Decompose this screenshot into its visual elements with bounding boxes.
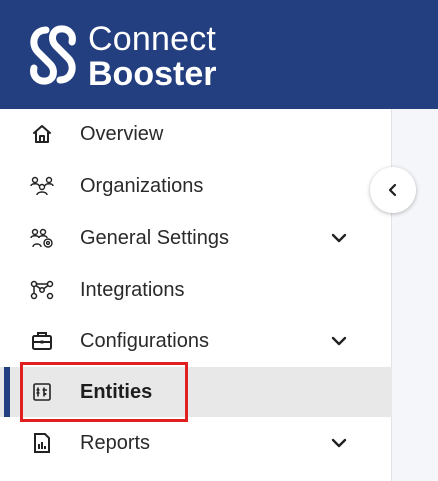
sidebar-item-label: Organizations [80,174,204,197]
sidebar-item-overview[interactable]: Overview [0,109,392,159]
sidebar-item-general-settings[interactable]: General Settings [0,213,392,263]
sidebar-item-configurations[interactable]: Configurations [0,316,392,366]
active-indicator [4,367,10,417]
connectbooster-logo[interactable] [20,22,84,88]
reports-icon [30,431,54,455]
organizations-icon [30,174,54,198]
sidebar-item-reports[interactable]: Reports [0,418,392,468]
sidebar-item-label: Reports [80,431,151,454]
sidebar-item-integrations[interactable]: Integrations [0,265,392,315]
chevron-down-icon[interactable] [328,227,350,249]
sidebar-item-label: Overview [80,122,164,145]
sidebar-item-label: Integrations [80,278,185,301]
chevron-down-icon[interactable] [328,432,350,454]
sidebar-item-entities[interactable]: Entities [0,367,392,417]
chevron-down-icon[interactable] [328,330,350,352]
home-icon [30,122,54,146]
sidebar-item-label: Entities [80,380,153,403]
brand-name: Connect Booster [88,22,216,91]
brand-name-booster: Booster [88,55,217,93]
sidebar-item-label: Configurations [80,329,209,352]
header-bar: Connect Booster [0,0,438,109]
entities-icon [30,380,54,404]
general-settings-icon [30,226,54,250]
brand-name-connect: Connect [88,20,217,58]
collapse-sidebar-button[interactable] [370,167,416,213]
main-content-area [392,109,438,481]
configurations-icon [30,329,54,353]
sidebar-item-organizations[interactable]: Organizations [0,161,392,211]
chevron-left-icon [388,183,397,197]
sidebar-item-label: General Settings [80,226,229,249]
integrations-icon [30,278,54,302]
